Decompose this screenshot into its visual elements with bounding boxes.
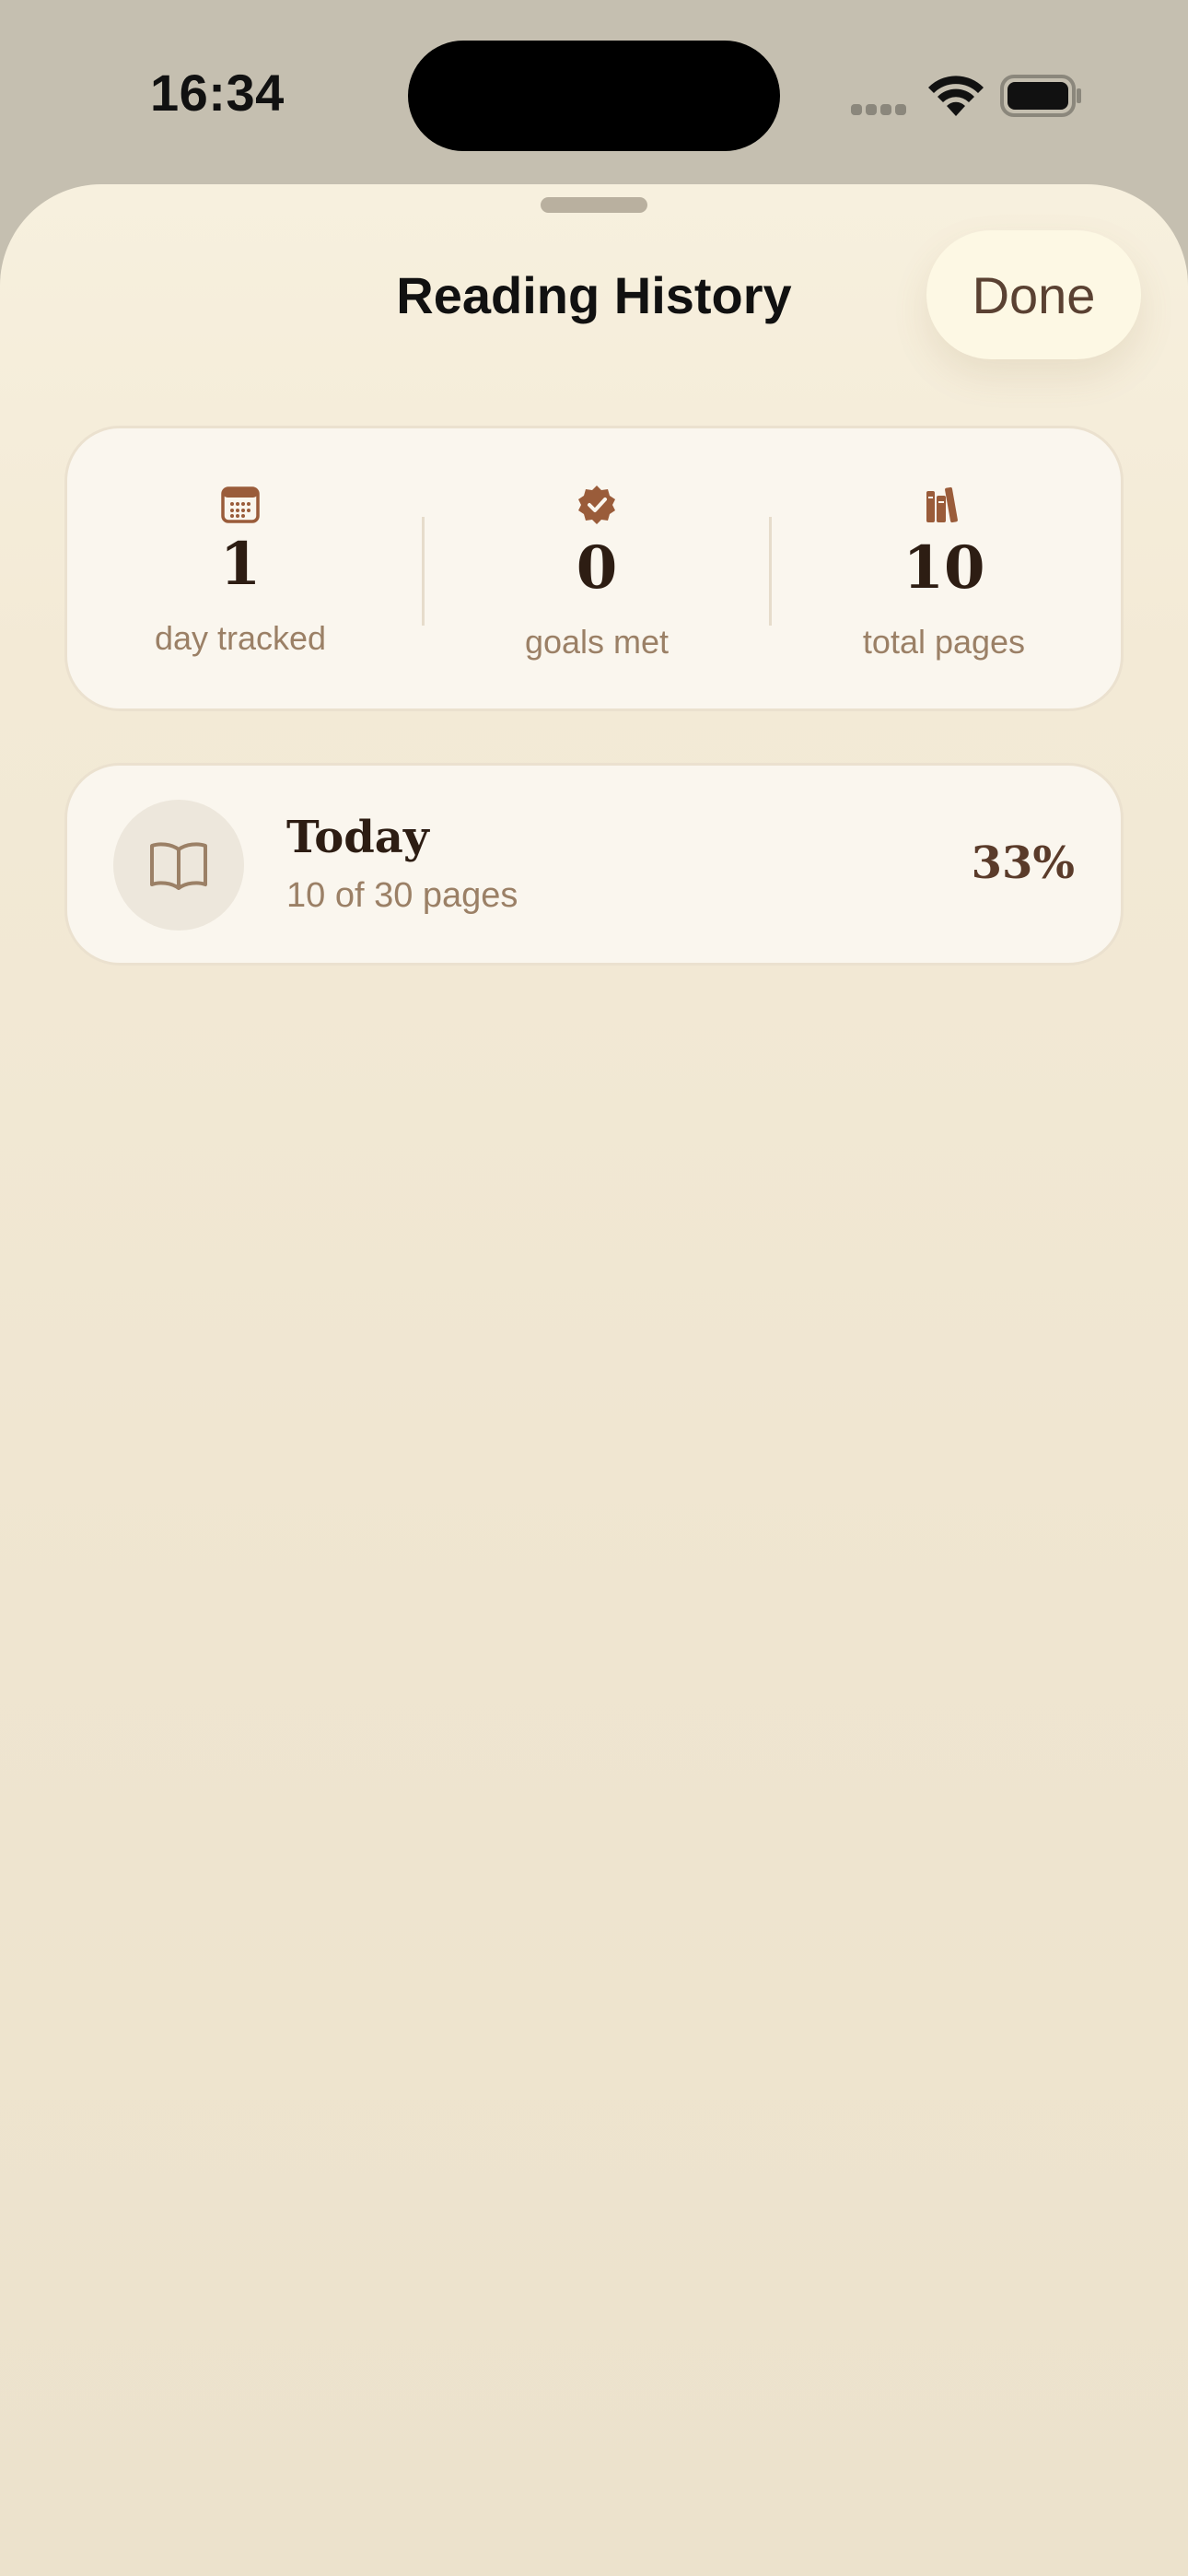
stat-label: total pages [862, 623, 1026, 661]
calendar-icon [221, 486, 260, 523]
dynamic-island [408, 41, 780, 151]
stat-goals-met: 0 goals met [424, 428, 770, 708]
stat-days-tracked: 1 day tracked [67, 428, 413, 708]
stat-total-pages: 10 total pages [771, 428, 1117, 708]
day-title: Today [286, 812, 429, 863]
stat-label: goals met [524, 623, 670, 661]
status-bar: 16:34 [0, 0, 1188, 184]
reading-history-sheet: Reading History Done 1 day tracked 0 goa… [0, 184, 1188, 2576]
day-avatar [113, 800, 244, 931]
stat-value: 10 [903, 533, 985, 603]
battery-icon [1000, 75, 1081, 117]
cellular-signal-icon [851, 103, 912, 116]
day-subtitle: 10 of 30 pages [286, 876, 518, 915]
day-percent: 33% [971, 837, 1075, 889]
checkmark-seal-icon [578, 486, 615, 524]
history-row-today[interactable]: Today 10 of 30 pages 33% [64, 763, 1124, 966]
books-icon [926, 486, 958, 523]
sheet-grabber[interactable] [541, 197, 647, 213]
stats-card: 1 day tracked 0 goals met 10 total pages [64, 426, 1124, 711]
stat-value: 0 [576, 533, 618, 603]
book-open-icon [150, 842, 207, 890]
stat-value: 1 [219, 530, 262, 599]
status-time: 16:34 [150, 64, 285, 122]
done-button[interactable]: Done [926, 230, 1141, 359]
stat-label: day tracked [154, 619, 327, 657]
wifi-icon [928, 76, 984, 116]
